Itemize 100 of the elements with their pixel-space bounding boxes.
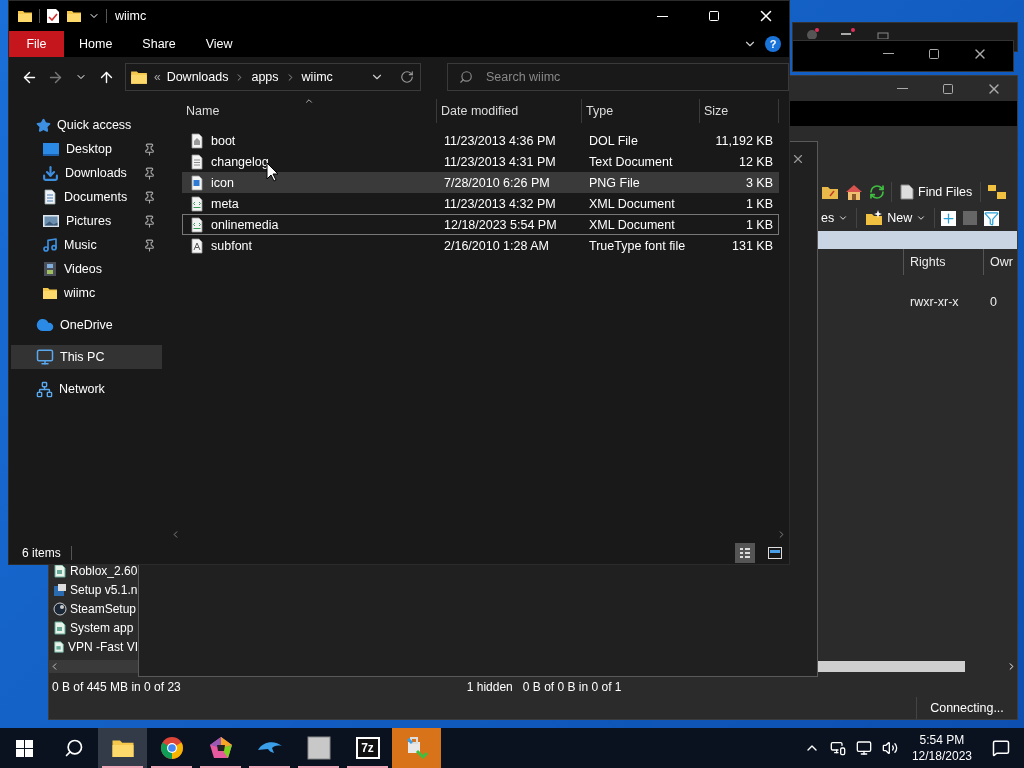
folder-icon[interactable] [821,184,839,200]
status-text: 0 B of 445 MB in 0 of 23 [52,680,181,694]
file-date: 7/28/2010 6:26 PM [444,175,550,190]
file-menu-button[interactable]: File [9,31,64,57]
star-icon [36,117,51,133]
sidebar-item[interactable]: OneDrive [11,313,162,337]
sort-ascending-icon [304,96,314,106]
notifications-icon[interactable] [992,739,1010,757]
file-size: 3 KB [745,175,773,190]
file-type: DOL File [589,133,638,148]
sidebar-item[interactable]: Pictures [11,209,162,233]
browser-icon [159,736,184,760]
document-icon [900,184,914,200]
file-item[interactable]: VPN -Fast VI [49,637,138,656]
column-header[interactable]: Owr [984,249,1017,275]
filter-icon[interactable] [984,210,1000,226]
table-cell-text: rwxr-xr-x [909,294,960,311]
folder-icon [42,285,58,301]
maximize-icon [708,10,720,22]
folders-icon[interactable] [987,184,1008,200]
breadcrumb[interactable]: apps [251,70,279,84]
column-header[interactable]: Type [582,99,700,123]
videos-icon [42,261,58,277]
file-row[interactable]: icon 7/28/2010 6:26 PM PNG File 3 KB [182,172,779,193]
sidebar-item[interactable]: wiimc [11,281,162,305]
clock[interactable]: 5:54 PM 12/18/2023 [911,732,972,764]
grid-icon[interactable] [962,210,979,226]
cloud-icon [36,316,54,334]
sidebar-item[interactable]: Network [11,377,162,401]
new-folder-icon [865,210,884,226]
breadcrumb[interactable]: wiimc [301,70,333,84]
minimize-icon [656,15,668,17]
sidebar-item[interactable]: Videos [11,257,162,281]
package-file-icon [53,563,67,578]
desktop-icon [42,141,60,157]
sidebar-item[interactable]: Quick access [11,113,162,137]
archive-app-icon: 7z [355,737,380,759]
scrollbar[interactable] [49,660,138,673]
volume-icon[interactable] [881,740,898,756]
file-row[interactable]: boot 11/23/2013 4:36 PM DOL File 11,192 KB [182,130,779,151]
windows-logo-icon [16,739,33,757]
search-icon [63,738,84,758]
ribbon-tab[interactable]: Share [127,31,191,57]
refresh-icon[interactable] [869,184,885,200]
network-icon[interactable] [855,740,872,756]
file-row[interactable]: onlinemedia 12/18/2023 5:54 PM XML Document 1 KB [182,214,779,235]
sidebar-item[interactable]: Downloads [11,161,162,185]
file-row[interactable]: subfont 2/16/2010 1:28 AM TrueType font file 131 KB [182,235,779,256]
refresh-icon[interactable] [400,70,414,84]
text-file-icon [189,153,205,170]
column-header[interactable]: Date modified [437,99,582,123]
sidebar-item[interactable]: Documents [11,185,162,209]
documents-icon [42,189,58,205]
scrollbar-thumb[interactable] [817,661,965,672]
sidebar-item[interactable]: Desktop [11,137,162,161]
properties-icon[interactable] [46,8,60,24]
xml-file-icon [189,216,205,233]
search-field[interactable]: Search wiimc [447,63,789,91]
column-header[interactable]: Size [700,99,779,123]
add-icon[interactable] [941,210,957,226]
address-bar[interactable]: « Downloads apps wiimc [124,63,421,91]
close-icon[interactable] [791,152,805,166]
file-type: XML Document [589,196,675,211]
file-date: 12/18/2023 5:54 PM [444,217,557,232]
ribbon-tab[interactable]: View [190,31,248,57]
help-button[interactable]: ? [765,36,781,52]
taskbar-app-button[interactable] [98,728,147,768]
find-files-button[interactable]: Find Files [898,184,975,200]
sidebar-item[interactable]: This PC [11,345,162,369]
taskbar-app-button[interactable]: 7z [343,728,392,768]
mouse-cursor-icon [266,162,279,182]
file-item[interactable]: SteamSetup [49,599,138,618]
file-type: TrueType font file [589,238,686,253]
sidebar-item[interactable]: Music [11,233,162,257]
file-date: 11/23/2013 4:32 PM [444,196,556,211]
network-icon [36,380,53,398]
file-date: 11/23/2013 4:31 PM [444,154,556,169]
file-row[interactable]: meta 11/23/2013 4:32 PM XML Document 1 KB [182,193,779,214]
file-item[interactable]: System app [49,618,138,637]
home-icon[interactable] [845,184,863,200]
device-icon[interactable] [829,740,846,756]
file-item[interactable]: Roblox_2.60 [49,561,138,580]
breadcrumb[interactable]: Downloads [166,70,229,84]
image-file-icon [189,174,205,191]
file-name: changelog [211,154,269,169]
package-file-icon [53,639,65,654]
column-header[interactable]: Name [182,99,437,123]
file-date: 2/16/2010 1:28 AM [444,238,549,253]
file-row[interactable]: changelog 11/23/2013 4:31 PM Text Document 12 KB [182,151,779,172]
new-button[interactable]: New [863,210,929,226]
properties-button[interactable]: es [819,211,851,225]
column-header[interactable]: Rights [904,249,984,275]
minimize-icon [896,88,908,89]
details-view-button[interactable] [735,542,755,563]
folder-icon [129,68,148,86]
file-type: Text Document [589,154,673,169]
file-item[interactable]: Setup v5.1.n [49,580,138,599]
scrollbar[interactable] [817,660,1017,673]
ribbon-tab[interactable]: Home [64,31,128,57]
status-text: 0 B of 0 B in 0 of 1 [522,680,622,694]
